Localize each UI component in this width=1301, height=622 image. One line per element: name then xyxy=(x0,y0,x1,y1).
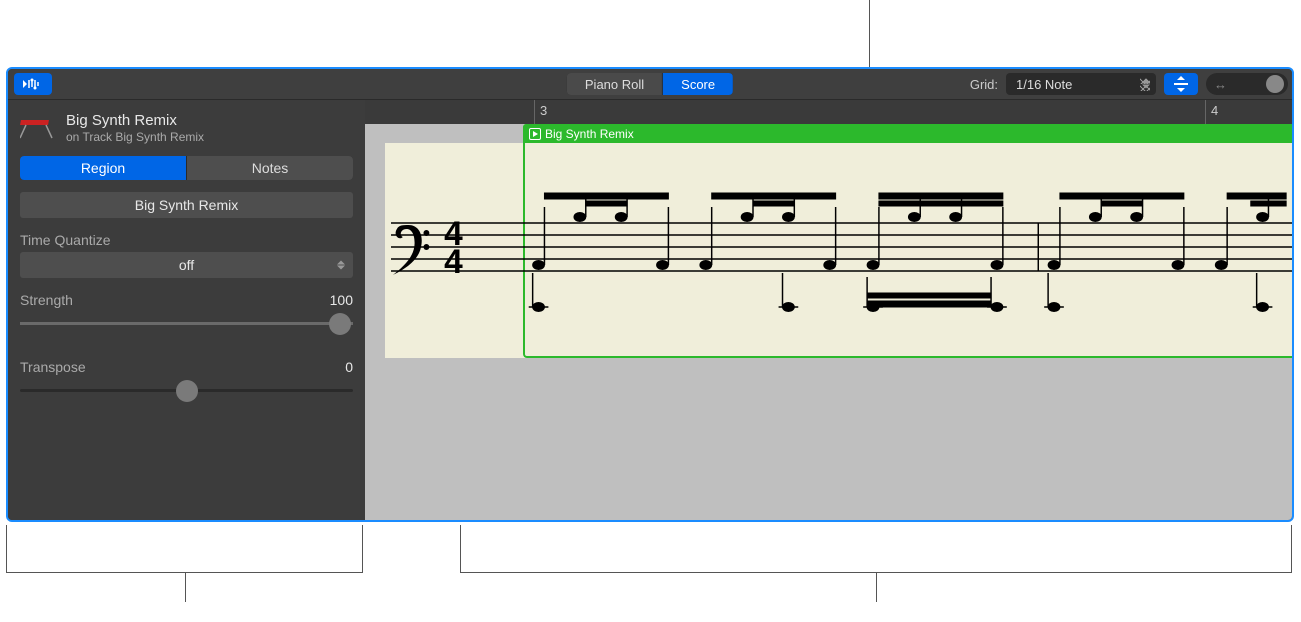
score-editor-window: Piano Roll Score Grid: 1/16 Note ↔ xyxy=(6,67,1294,522)
zoom-slider-thumb[interactable] xyxy=(1266,75,1284,93)
callout-bracket-score xyxy=(460,525,1292,573)
strength-value: 100 xyxy=(330,292,353,308)
strength-row: Strength 100 xyxy=(8,278,365,325)
score-paper xyxy=(385,143,1292,358)
ruler-bar-4: 4 xyxy=(1211,103,1218,118)
tab-region[interactable]: Region xyxy=(20,156,187,180)
transpose-label: Transpose xyxy=(20,359,86,375)
region-clip-name: Big Synth Remix xyxy=(545,127,634,141)
editor-body: Big Synth Remix on Track Big Synth Remix… xyxy=(8,100,1292,520)
bar-ruler[interactable]: 3 4 xyxy=(365,100,1292,124)
time-quantize-value: off xyxy=(179,257,194,273)
callout-bracket-inspector xyxy=(6,525,363,573)
region-header: Big Synth Remix on Track Big Synth Remix xyxy=(8,100,365,152)
transpose-slider-thumb[interactable] xyxy=(176,380,198,402)
strength-slider[interactable] xyxy=(20,322,353,325)
chevron-updown-icon xyxy=(337,261,345,270)
vertical-autozoom-button[interactable] xyxy=(1164,73,1198,95)
grid-select[interactable]: 1/16 Note xyxy=(1006,73,1156,95)
toolbar: Piano Roll Score Grid: 1/16 Note ↔ xyxy=(8,69,1292,100)
time-quantize-select[interactable]: off xyxy=(20,252,353,278)
inspector-panel-icon xyxy=(23,77,43,91)
chevron-updown-icon xyxy=(1142,80,1150,89)
region-clip-header[interactable]: Big Synth Remix xyxy=(523,124,1292,143)
region-name-field[interactable]: Big Synth Remix xyxy=(20,192,353,218)
zoom-arrows-icon: ↔ xyxy=(1214,77,1227,92)
transpose-row: Transpose 0 xyxy=(8,345,365,392)
horizontal-zoom-slider[interactable]: ↔ xyxy=(1206,73,1288,95)
transpose-slider[interactable] xyxy=(20,389,353,392)
transpose-value: 0 xyxy=(345,359,353,375)
strength-label: Strength xyxy=(20,292,73,308)
grid-label: Grid: xyxy=(970,77,998,92)
inspector-panel: Big Synth Remix on Track Big Synth Remix… xyxy=(8,100,365,520)
instrument-icon xyxy=(20,114,56,142)
clip-play-icon xyxy=(529,128,541,140)
tab-score[interactable]: Score xyxy=(663,73,733,95)
callout-line-top xyxy=(869,0,870,67)
region-title: Big Synth Remix xyxy=(66,112,204,129)
time-quantize-row: Time Quantize off xyxy=(8,218,365,278)
region-subtitle: on Track Big Synth Remix xyxy=(66,130,204,144)
vertical-arrows-icon xyxy=(1172,76,1190,92)
score-display-area[interactable]: 3 4 Big Synth Remix xyxy=(365,100,1292,520)
grid-select-value: 1/16 Note xyxy=(1016,77,1072,92)
tab-notes[interactable]: Notes xyxy=(187,156,353,180)
strength-slider-thumb[interactable] xyxy=(329,313,351,335)
ruler-bar-3: 3 xyxy=(540,103,547,118)
tab-piano-roll[interactable]: Piano Roll xyxy=(567,73,663,95)
inspector-toggle-button[interactable] xyxy=(14,73,52,95)
time-quantize-label: Time Quantize xyxy=(20,232,111,248)
view-tab-group: Piano Roll Score xyxy=(567,73,733,95)
inspector-tab-group: Region Notes xyxy=(20,156,353,180)
